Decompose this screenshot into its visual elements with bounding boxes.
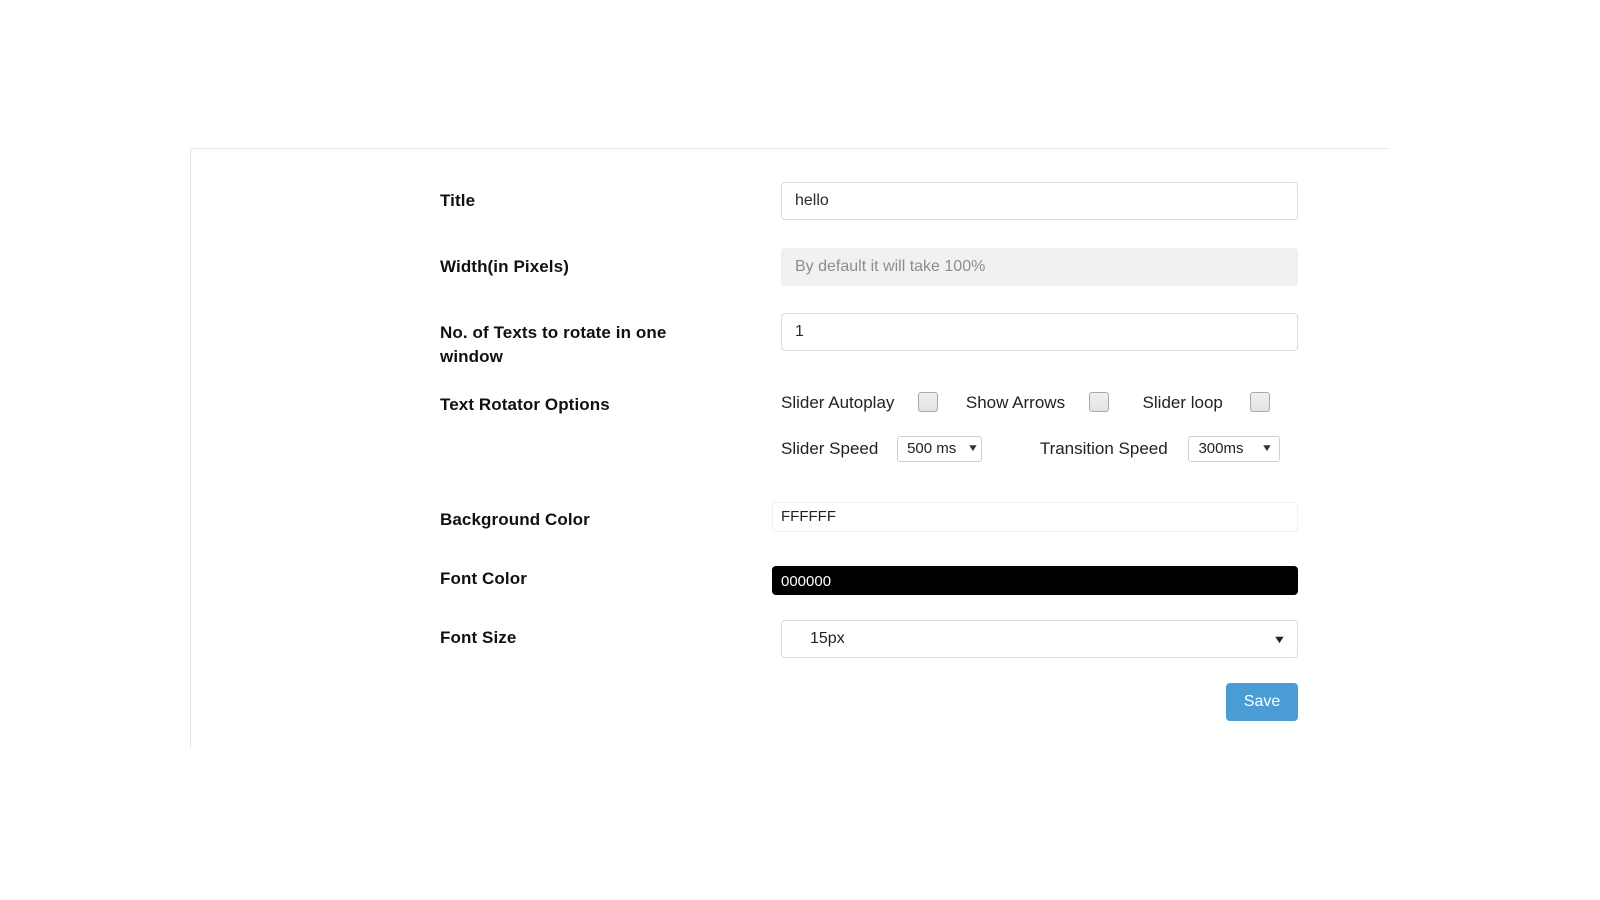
- field-font-size: 15px ▼: [781, 620, 1298, 658]
- label-font-size: Font Size: [440, 626, 690, 650]
- transition-speed-value: 300ms: [1198, 440, 1243, 457]
- chevron-down-icon: ▼: [1260, 437, 1272, 461]
- font-color-input[interactable]: 000000: [772, 566, 1298, 595]
- checkbox-slider-autoplay[interactable]: [918, 392, 938, 412]
- field-title: [781, 182, 1298, 220]
- checkbox-show-arrows[interactable]: [1089, 392, 1109, 412]
- chevron-down-icon: ▼: [1272, 621, 1286, 659]
- field-text-count: [781, 313, 1298, 351]
- save-button[interactable]: Save: [1226, 683, 1298, 721]
- font-size-value: 15px: [810, 630, 845, 647]
- label-slider-autoplay: Slider Autoplay: [781, 392, 894, 414]
- label-no-of-texts: No. of Texts to rotate in one window: [440, 321, 670, 369]
- settings-panel: Title Width(in Pixels) No. of Texts to r…: [190, 148, 1389, 748]
- rotator-speed-line: Slider Speed 500 ms ▼ Transition Speed 3…: [781, 436, 1280, 462]
- slider-speed-select[interactable]: 500 ms ▼: [897, 436, 982, 462]
- checkbox-slider-loop[interactable]: [1250, 392, 1270, 412]
- page-root: Title Width(in Pixels) No. of Texts to r…: [0, 0, 1600, 900]
- label-show-arrows: Show Arrows: [966, 392, 1065, 414]
- label-slider-loop: Slider loop: [1143, 392, 1223, 414]
- label-text-rotator-options: Text Rotator Options: [440, 393, 690, 417]
- field-width: [781, 248, 1298, 286]
- label-background-color: Background Color: [440, 508, 690, 532]
- transition-speed-select[interactable]: 300ms ▼: [1188, 436, 1280, 462]
- texts-to-rotate-input[interactable]: [781, 313, 1298, 351]
- rotator-checkbox-line: Slider Autoplay Show Arrows Slider loop: [781, 391, 1270, 414]
- chevron-down-icon: ▼: [967, 437, 979, 461]
- label-slider-speed: Slider Speed: [781, 438, 878, 460]
- background-color-input[interactable]: FFFFFF: [772, 502, 1298, 532]
- label-font-color: Font Color: [440, 567, 690, 591]
- slider-speed-value: 500 ms: [907, 440, 956, 457]
- label-width-in-pixels: Width(in Pixels): [440, 255, 690, 279]
- title-input[interactable]: [781, 182, 1298, 220]
- width-input[interactable]: [781, 248, 1298, 286]
- label-transition-speed: Transition Speed: [1040, 438, 1168, 460]
- label-title: Title: [440, 189, 690, 213]
- font-size-select[interactable]: 15px ▼: [781, 620, 1298, 658]
